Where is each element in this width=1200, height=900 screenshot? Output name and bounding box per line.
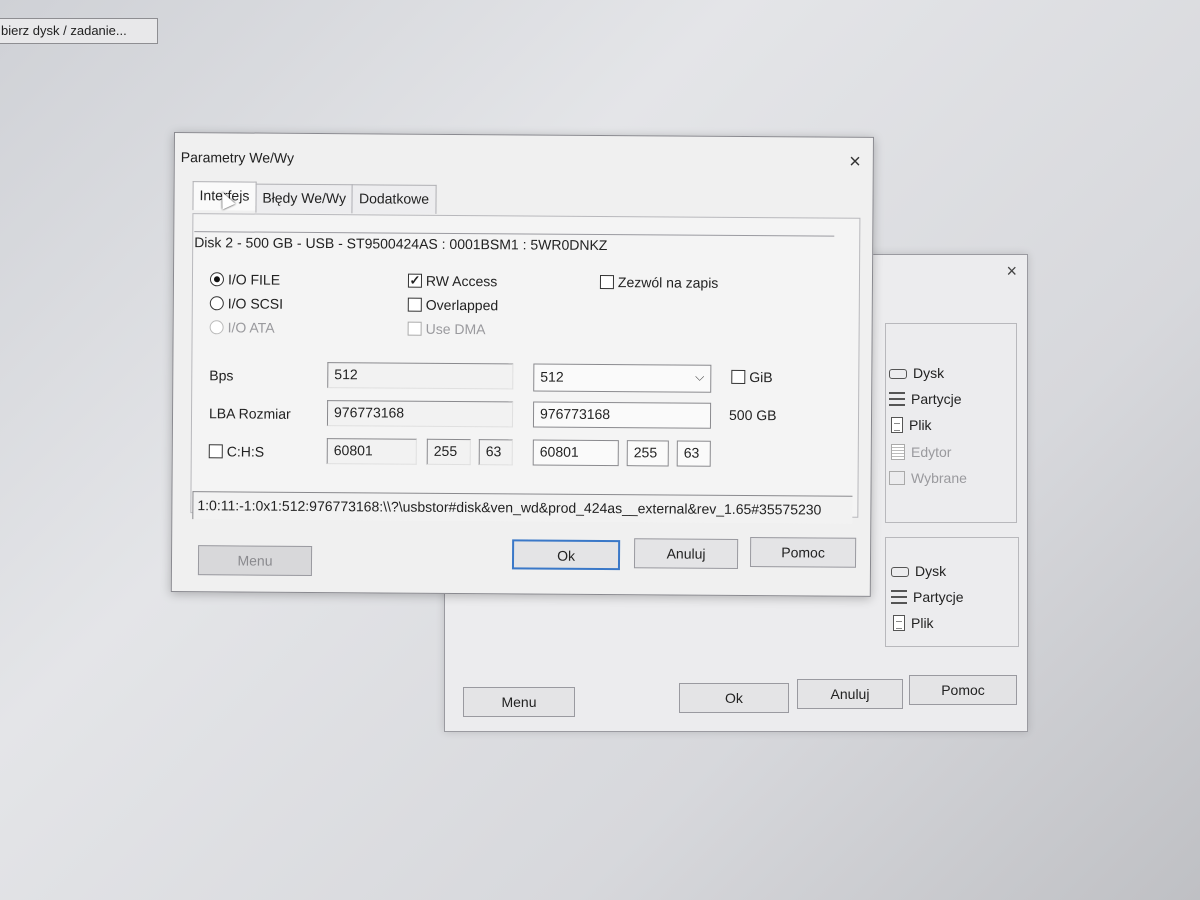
radio-label: I/O FILE bbox=[227, 271, 281, 288]
checkbox-icon bbox=[407, 321, 422, 336]
tab-io-errors[interactable]: Błędy We/Wy bbox=[255, 183, 354, 214]
cancel-button[interactable]: Anuluj bbox=[633, 538, 739, 569]
file-icon bbox=[891, 417, 903, 433]
back-help-button[interactable]: Pomoc bbox=[909, 675, 1017, 705]
selected-icon bbox=[889, 471, 905, 485]
checkbox-label: C:H:S bbox=[226, 443, 265, 460]
list-item-label: Dysk bbox=[915, 563, 947, 579]
disk-icon bbox=[891, 567, 909, 577]
radio-label: I/O SCSI bbox=[227, 295, 284, 312]
checkbox-rw-access[interactable]: ✓ RW Access bbox=[407, 272, 498, 290]
bps-field[interactable]: 512 bbox=[327, 362, 514, 390]
bps-select[interactable]: 512 ⌵ bbox=[533, 363, 712, 393]
checkbox-icon bbox=[407, 297, 422, 312]
checkbox-gib[interactable]: GiB bbox=[731, 369, 773, 386]
size-label: 500 GB bbox=[728, 406, 777, 424]
list-item-label: Dysk bbox=[913, 365, 945, 381]
radio-icon bbox=[209, 320, 224, 335]
back-ok-button[interactable]: Ok bbox=[679, 683, 789, 713]
checkbox-icon bbox=[731, 369, 746, 384]
list-item-file-2[interactable]: Plik bbox=[893, 615, 934, 631]
partitions-icon bbox=[891, 590, 907, 604]
lba-field[interactable]: 976773168 bbox=[326, 400, 514, 428]
device-path-field[interactable]: 1:0:11:-1:0x1:512:976773168:\\?\usbstor#… bbox=[192, 491, 853, 524]
back-cancel-button[interactable]: Anuluj bbox=[797, 679, 903, 709]
disk-icon bbox=[889, 369, 907, 379]
bps-select-value: 512 bbox=[540, 368, 564, 385]
chs-c-field[interactable]: 60801 bbox=[326, 438, 417, 465]
file-icon bbox=[893, 615, 905, 631]
checkbox-label: Use DMA bbox=[425, 320, 486, 338]
list-item-disk-2[interactable]: Dysk bbox=[891, 563, 946, 579]
list-item-label: Partycje bbox=[911, 391, 962, 407]
checkbox-icon bbox=[208, 444, 223, 459]
chevron-down-icon: ⌵ bbox=[695, 369, 705, 384]
partitions-icon bbox=[889, 392, 905, 406]
close-icon[interactable]: × bbox=[849, 151, 861, 173]
tab-additional[interactable]: Dodatkowe bbox=[351, 184, 437, 214]
list-item-label: Edytor bbox=[911, 444, 952, 460]
checkbox-checked-icon: ✓ bbox=[407, 272, 423, 288]
checkbox-label: Overlapped bbox=[425, 296, 499, 314]
tab-panel bbox=[190, 213, 861, 518]
checkbox-label: Zezwól na zapis bbox=[617, 274, 719, 291]
checkbox-chs[interactable]: C:H:S bbox=[208, 443, 265, 460]
lba-label: LBA Rozmiar bbox=[208, 405, 291, 422]
back-menu-button[interactable]: Menu bbox=[463, 687, 575, 717]
radio-io-ata[interactable]: I/O ATA bbox=[209, 319, 275, 336]
select-disk-button[interactable]: bierz dysk / zadanie... bbox=[0, 18, 158, 44]
chs-s-field[interactable]: 63 bbox=[478, 439, 513, 466]
checkbox-label: GiB bbox=[749, 369, 773, 386]
chs-s-field-2[interactable]: 63 bbox=[676, 440, 711, 467]
radio-io-scsi[interactable]: I/O SCSI bbox=[209, 295, 284, 312]
checkbox-use-dma[interactable]: Use DMA bbox=[407, 320, 486, 338]
list-item-disk[interactable]: Dysk bbox=[889, 365, 944, 381]
chs-h-field[interactable]: 255 bbox=[426, 438, 471, 466]
help-button[interactable]: Pomoc bbox=[749, 537, 857, 568]
checkbox-allow-write[interactable]: Zezwól na zapis bbox=[599, 274, 719, 291]
list-item-partitions[interactable]: Partycje bbox=[889, 391, 962, 407]
list-item-label: Plik bbox=[911, 615, 934, 631]
menu-button[interactable]: Menu bbox=[197, 545, 313, 576]
chs-h-field-2[interactable]: 255 bbox=[626, 440, 669, 467]
list-item-partitions-2[interactable]: Partycje bbox=[891, 589, 964, 605]
editor-icon bbox=[891, 444, 905, 460]
ok-button[interactable]: Ok bbox=[511, 539, 621, 571]
list-item-selected[interactable]: Wybrane bbox=[889, 470, 967, 486]
chs-c-field-2[interactable]: 60801 bbox=[532, 439, 619, 467]
lba-field-2[interactable]: 976773168 bbox=[532, 401, 712, 429]
radio-icon bbox=[209, 296, 224, 311]
radio-selected-icon bbox=[209, 272, 225, 287]
dialog-title: Parametry We/Wy bbox=[180, 149, 295, 166]
list-item-file[interactable]: Plik bbox=[891, 417, 932, 433]
io-parameters-dialog: Parametry We/Wy × Interfejs Błędy We/Wy … bbox=[170, 132, 874, 597]
checkbox-icon bbox=[599, 274, 615, 290]
list-item-editor[interactable]: Edytor bbox=[891, 444, 951, 460]
checkbox-overlapped[interactable]: Overlapped bbox=[407, 296, 499, 314]
radio-label: I/O ATA bbox=[227, 319, 275, 336]
radio-io-file[interactable]: I/O FILE bbox=[209, 271, 281, 288]
close-icon[interactable]: × bbox=[1006, 261, 1017, 282]
list-item-label: Partycje bbox=[913, 589, 964, 605]
list-item-label: Wybrane bbox=[911, 470, 967, 486]
checkbox-label: RW Access bbox=[425, 272, 498, 290]
list-item-label: Plik bbox=[909, 417, 932, 433]
bps-label: Bps bbox=[209, 367, 234, 384]
